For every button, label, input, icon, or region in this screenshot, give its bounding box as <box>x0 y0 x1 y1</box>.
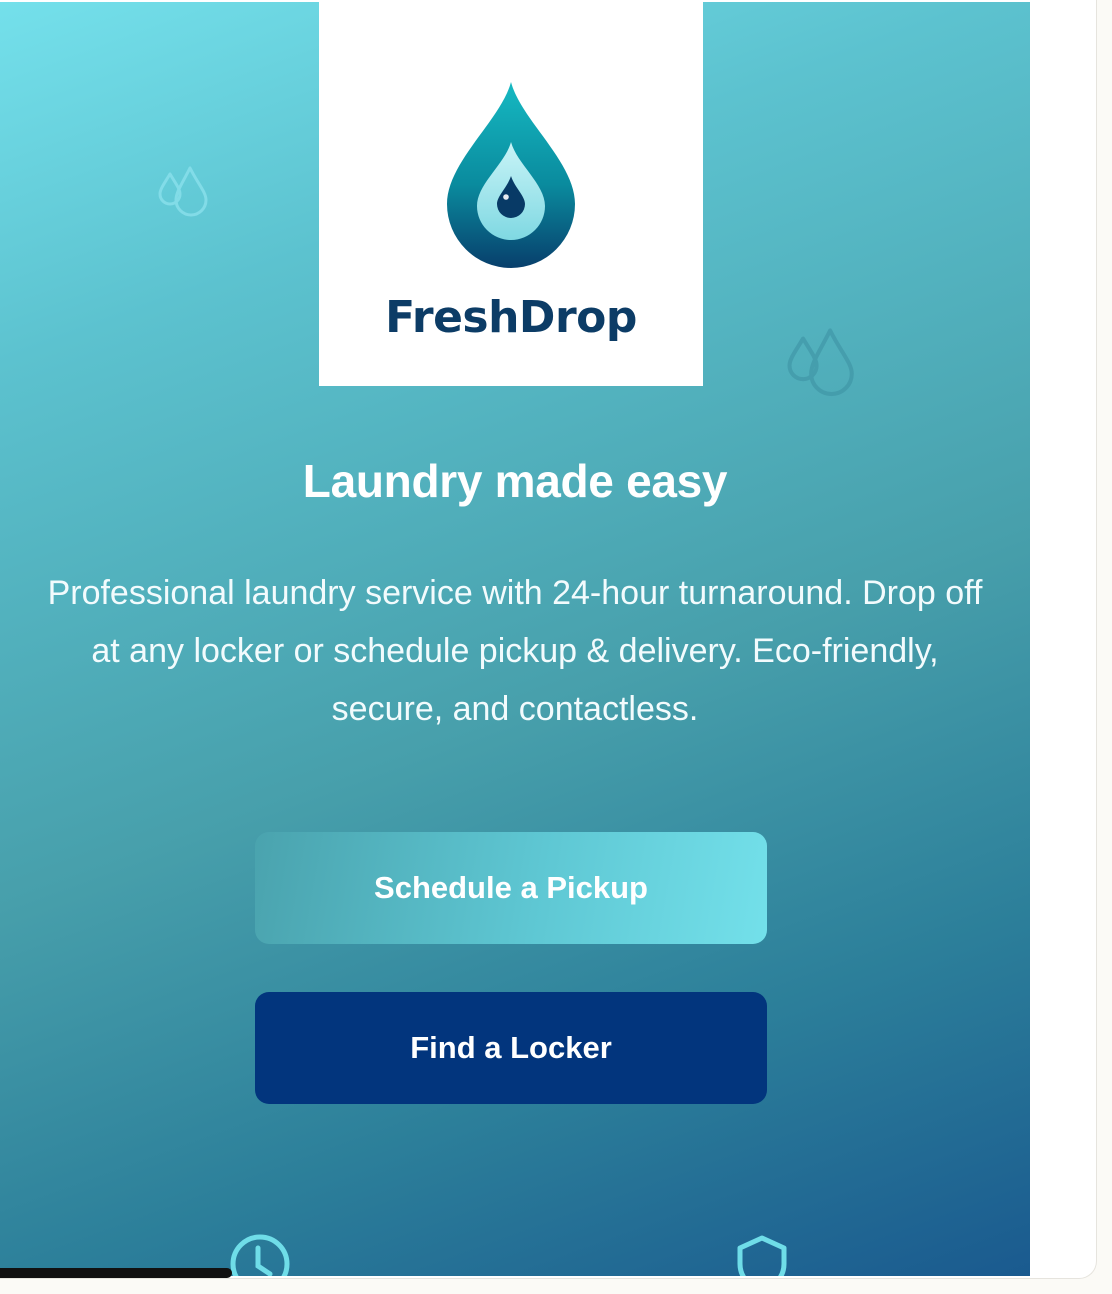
hero-description: Professional laundry service with 24-hou… <box>47 574 983 728</box>
brand-name: FreshDrop <box>385 292 637 343</box>
shield-icon <box>737 1235 787 1276</box>
hero-headline: Laundry made easy <box>302 455 728 507</box>
brand-logo: FreshDrop <box>319 2 703 386</box>
clock-icon <box>230 1234 290 1276</box>
find-locker-button[interactable]: Find a Locker <box>255 992 767 1104</box>
home-indicator <box>0 1268 232 1278</box>
freshdrop-logo-drop-icon <box>447 82 575 268</box>
water-drops-icon <box>787 328 854 397</box>
hero-section: FreshDrop Laundry made easy Professional… <box>0 2 1030 1276</box>
schedule-pickup-button[interactable]: Schedule a Pickup <box>255 832 767 944</box>
water-drops-icon <box>158 166 208 217</box>
